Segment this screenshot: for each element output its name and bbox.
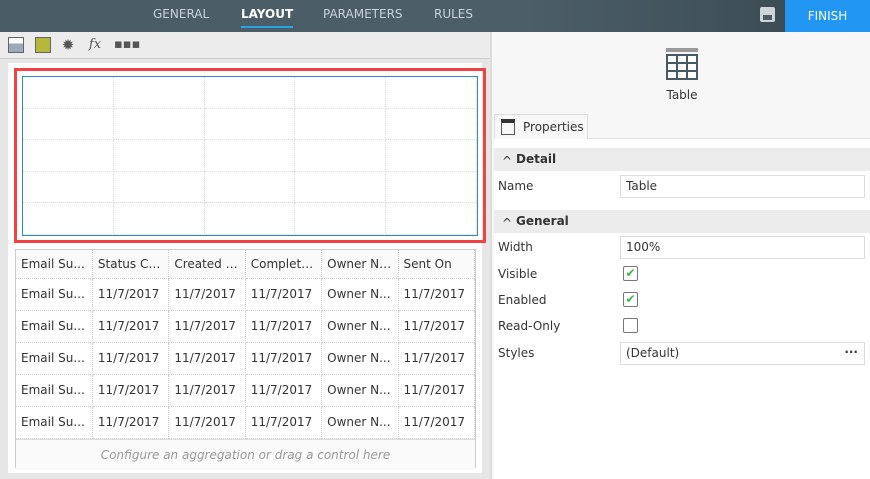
table-cell: 11/7/2017: [92, 310, 170, 343]
table-row[interactable]: Email Su... 11/7/2017 11/7/2017 11/7/2017 Ow…: [16, 406, 476, 439]
tab-general[interactable]: GENERAL: [153, 0, 209, 32]
save-icon[interactable]: [760, 7, 775, 22]
panel-splitter[interactable]: [490, 32, 492, 479]
table-cell: 11/7/2017: [245, 310, 323, 343]
table-row[interactable]: Email Su... 11/7/2017 11/7/2017 11/7/2017 Ow…: [16, 278, 476, 311]
column-header[interactable]: Sent On: [398, 250, 476, 279]
table-cell: 11/7/2017: [92, 374, 170, 407]
more-icon[interactable]: ▪▪▪: [114, 37, 140, 53]
control-type-label: Table: [666, 88, 698, 102]
table-cell: 11/7/2017: [245, 406, 323, 439]
tab-properties[interactable]: Properties: [494, 114, 588, 139]
table-cell: 11/7/2017: [92, 278, 170, 311]
table-cell: Email Su...: [16, 278, 93, 311]
table-row[interactable]: Email Su... 11/7/2017 11/7/2017 11/7/2017 Ow…: [16, 310, 476, 343]
form-image-icon[interactable]: [35, 37, 51, 53]
column-header[interactable]: Created On: [168, 250, 246, 279]
visible-checkbox[interactable]: ✔: [623, 266, 638, 281]
table-cell: 11/7/2017: [398, 278, 476, 311]
readonly-label: Read-Only: [498, 319, 561, 333]
table-cell: 11/7/2017: [168, 342, 246, 375]
table-icon: [666, 48, 698, 80]
styles-more-button[interactable]: ···: [844, 345, 858, 359]
table-cell: 11/7/2017: [245, 278, 323, 311]
table-cell: 11/7/2017: [168, 374, 246, 407]
table-cell: Owner N...: [321, 406, 399, 439]
table-cell: 11/7/2017: [245, 342, 323, 375]
table-cell: Owner N...: [321, 310, 399, 343]
grid-header-row: Email Su... Status Ch... Created On Comp…: [16, 250, 476, 279]
table-cell: 11/7/2017: [168, 406, 246, 439]
table-cell: Email Su...: [16, 374, 93, 407]
styles-label: Styles: [498, 346, 535, 360]
properties-icon: [501, 119, 515, 135]
table-row[interactable]: Email Su... 11/7/2017 11/7/2017 11/7/2017 Ow…: [16, 342, 476, 375]
column-header[interactable]: Status Ch...: [92, 250, 170, 279]
tab-layout[interactable]: LAYOUT: [241, 0, 294, 32]
table-row[interactable]: Email Su... 11/7/2017 11/7/2017 11/7/2017 Ow…: [16, 374, 476, 407]
name-label: Name: [498, 179, 534, 193]
settings-icon[interactable]: ✹: [60, 37, 76, 53]
table-cell: 11/7/2017: [92, 406, 170, 439]
table-control[interactable]: [22, 76, 478, 236]
table-cell: 11/7/2017: [168, 278, 246, 311]
table-cell: 11/7/2017: [92, 342, 170, 375]
finish-button[interactable]: FINISH: [785, 0, 870, 32]
enabled-checkbox[interactable]: ✔: [623, 292, 638, 307]
table-cell: 11/7/2017: [398, 374, 476, 407]
visible-label: Visible: [498, 267, 538, 281]
table-cell: Owner N...: [321, 342, 399, 375]
table-wizard-icon[interactable]: [8, 37, 24, 53]
name-input[interactable]: Table: [620, 175, 865, 198]
section-detail-header[interactable]: Detail: [494, 148, 870, 173]
list-view-grid[interactable]: Email Su... Status Ch... Created On Comp…: [15, 249, 476, 470]
styles-input[interactable]: (Default) ···: [620, 342, 865, 365]
aggregation-drop-zone[interactable]: Configure an aggregation or drag a contr…: [16, 438, 475, 470]
table-cell: 11/7/2017: [398, 310, 476, 343]
table-cell: Owner N...: [321, 278, 399, 311]
tab-parameters[interactable]: PARAMETERS: [323, 0, 403, 32]
table-cell: Email Su...: [16, 310, 93, 343]
function-icon[interactable]: fx: [87, 37, 103, 53]
table-cell: 11/7/2017: [398, 406, 476, 439]
enabled-label: Enabled: [498, 293, 547, 307]
table-cell: Owner N...: [321, 374, 399, 407]
tab-rules[interactable]: RULES: [434, 0, 473, 32]
tab-properties-label: Properties: [523, 120, 584, 134]
table-cell: 11/7/2017: [245, 374, 323, 407]
table-cell: Email Su...: [16, 406, 93, 439]
styles-value: (Default): [626, 346, 680, 360]
column-header[interactable]: Email Su...: [16, 250, 93, 279]
column-header[interactable]: Owner Na...: [321, 250, 399, 279]
column-header[interactable]: Complete...: [245, 250, 323, 279]
table-cell: Email Su...: [16, 342, 93, 375]
table-cell: 11/7/2017: [398, 342, 476, 375]
section-general-header[interactable]: General: [494, 210, 870, 235]
table-cell: 11/7/2017: [168, 310, 246, 343]
width-label: Width: [498, 240, 533, 254]
width-input[interactable]: 100%: [620, 236, 865, 259]
readonly-checkbox[interactable]: [623, 318, 638, 333]
